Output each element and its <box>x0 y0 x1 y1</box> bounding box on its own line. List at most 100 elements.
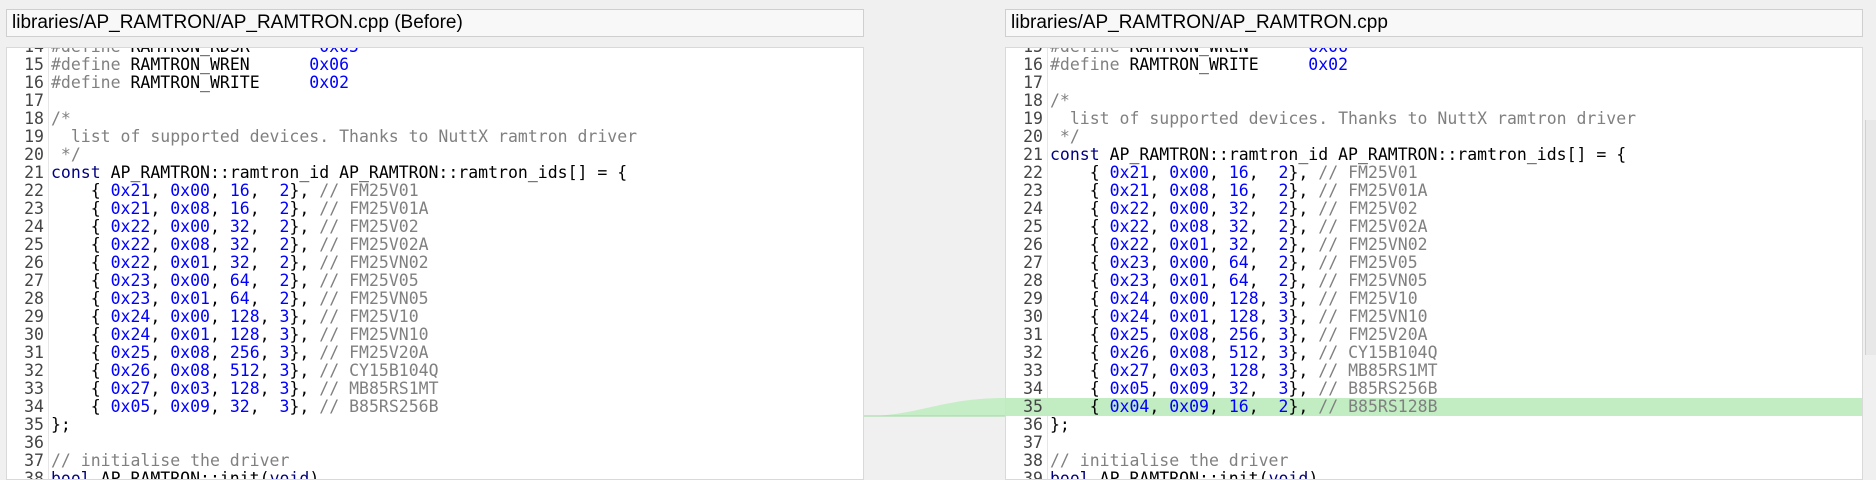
code-token: 0x09 <box>1169 397 1209 416</box>
code-token: // FM25VN02 <box>1318 235 1428 254</box>
code-token: 0x01 <box>1169 271 1209 290</box>
code-token: }; <box>1050 415 1070 434</box>
code-line: 30 { 0x24, 0x01, 128, 3}, // FM25VN10 <box>1006 308 1862 326</box>
line-number: 36 <box>1023 415 1043 434</box>
code-token: , <box>1258 289 1279 308</box>
code-token: 0x08 <box>1169 217 1209 236</box>
code-token: }, <box>1288 253 1319 272</box>
code-token: , <box>1208 361 1229 380</box>
code-token: 2 <box>1278 217 1289 236</box>
line-code: list of supported devices. Thanks to Nut… <box>1050 110 1636 128</box>
code-token: { <box>1050 289 1110 308</box>
line-code: { 0x25, 0x08, 256, 3}, // FM25V20A <box>1050 326 1428 344</box>
code-token: , <box>1149 307 1170 326</box>
code-token: // FM25V02A <box>1318 217 1428 236</box>
code-token: 0x02 <box>1308 55 1349 74</box>
line-code: */ <box>1050 128 1080 146</box>
code-token: 2 <box>1278 235 1289 254</box>
code-token: AP_RAMTRON::init( <box>1099 469 1269 480</box>
code-token: , <box>1258 307 1279 326</box>
code-token: 32 <box>1228 235 1249 254</box>
code-token: , <box>1248 253 1279 272</box>
code-token: #define <box>1050 55 1130 74</box>
code-token: 0x09 <box>1169 379 1209 398</box>
code-token: RAMTRON_WRITE <box>1129 55 1309 74</box>
line-code: { 0x05, 0x09, 32, 3}, // B85RS256B <box>1050 380 1438 398</box>
code-token: , <box>1248 397 1279 416</box>
code-token: 128 <box>1228 361 1259 380</box>
code-token: { <box>1050 163 1110 182</box>
code-line: 17 <box>1006 74 1862 92</box>
code-token: // FM25V01 <box>1318 163 1418 182</box>
code-token: , <box>1248 181 1279 200</box>
code-token: , <box>1208 343 1229 362</box>
code-token: }, <box>1288 271 1319 290</box>
code-token: 0x04 <box>1109 397 1150 416</box>
line-number: 28 <box>1023 271 1043 290</box>
line-code: bool AP_RAMTRON::init(void) <box>1050 470 1318 480</box>
code-token: 0x01 <box>1169 235 1209 254</box>
code-token: { <box>1050 379 1110 398</box>
line-number: 18 <box>1023 91 1043 110</box>
code-token: bool <box>1050 469 1100 480</box>
code-token: , <box>1149 181 1170 200</box>
code-token: 0x00 <box>1169 289 1209 308</box>
line-number: 22 <box>1023 163 1043 182</box>
code-token: , <box>1149 271 1170 290</box>
code-token: }, <box>1288 235 1319 254</box>
code-token: }, <box>1288 379 1319 398</box>
code-token: { <box>1050 217 1110 236</box>
code-token: 64 <box>1228 253 1249 272</box>
code-token: , <box>1248 271 1279 290</box>
code-line: 24 { 0x22, 0x00, 32, 2}, // FM25V02 <box>1006 200 1862 218</box>
right-scrollbar-stub[interactable] <box>1865 120 1876 355</box>
code-token: 32 <box>1228 379 1249 398</box>
line-number: 26 <box>1023 235 1043 254</box>
code-token: { <box>1050 181 1110 200</box>
code-line: 26 { 0x22, 0x01, 32, 2}, // FM25VN02 <box>1006 236 1862 254</box>
code-token: }, <box>1288 397 1319 416</box>
code-token: }, <box>1288 181 1319 200</box>
code-line: 16 #define RAMTRON_WRITE 0x02 <box>1006 56 1862 74</box>
line-number: 31 <box>1023 325 1043 344</box>
line-code: { 0x23, 0x01, 64, 2}, // FM25VN05 <box>1050 272 1428 290</box>
code-token: , <box>1258 361 1279 380</box>
code-line: 20 */ <box>1006 128 1862 146</box>
code-line: 32 { 0x26, 0x08, 512, 3}, // CY15B104Q <box>1006 344 1862 362</box>
code-line: 37 <box>1006 434 1862 452</box>
code-token: // CY15B104Q <box>1318 343 1438 362</box>
code-line: 18 /* <box>1006 92 1862 110</box>
code-token: , <box>1208 307 1229 326</box>
code-token: // FM25VN05 <box>1318 271 1428 290</box>
code-token: { <box>1050 235 1110 254</box>
line-number: 37 <box>1023 433 1043 452</box>
code-token: { <box>1050 199 1110 218</box>
code-token: /* <box>1050 91 1070 110</box>
right-code-pane[interactable]: 15#define RAMTRON_WREN 0x0616#define RAM… <box>1005 47 1863 480</box>
line-code: { 0x22, 0x08, 32, 2}, // FM25V02A <box>1050 218 1428 236</box>
code-token: , <box>1149 289 1170 308</box>
line-number: 20 <box>1023 127 1043 146</box>
line-number: 32 <box>1023 343 1043 362</box>
line-code: { 0x26, 0x08, 512, 3}, // CY15B104Q <box>1050 344 1438 362</box>
code-token: { <box>1050 253 1110 272</box>
line-number: 21 <box>1023 145 1043 164</box>
line-number: 33 <box>1023 361 1043 380</box>
line-code: { 0x24, 0x01, 128, 3}, // FM25VN10 <box>1050 308 1428 326</box>
code-token: 0x22 <box>1109 217 1150 236</box>
code-token: 3 <box>1278 379 1289 398</box>
line-code: { 0x22, 0x01, 32, 2}, // FM25VN02 <box>1050 236 1428 254</box>
code-token: // FM25V02 <box>1318 199 1418 218</box>
code-token: 2 <box>1278 199 1289 218</box>
line-number: 27 <box>1023 253 1043 272</box>
code-token: , <box>1208 271 1229 290</box>
code-line: 22 { 0x21, 0x00, 16, 2}, // FM25V01 <box>1006 164 1862 182</box>
code-token: , <box>1149 199 1170 218</box>
code-token: }, <box>1288 163 1319 182</box>
code-token: // FM25V01A <box>1318 181 1428 200</box>
code-token: , <box>1248 235 1279 254</box>
line-code: { 0x21, 0x00, 16, 2}, // FM25V01 <box>1050 164 1418 182</box>
code-line: 31 { 0x25, 0x08, 256, 3}, // FM25V20A <box>1006 326 1862 344</box>
code-token: list of supported devices. Thanks to Nut… <box>1050 109 1637 128</box>
code-token: , <box>1258 343 1279 362</box>
